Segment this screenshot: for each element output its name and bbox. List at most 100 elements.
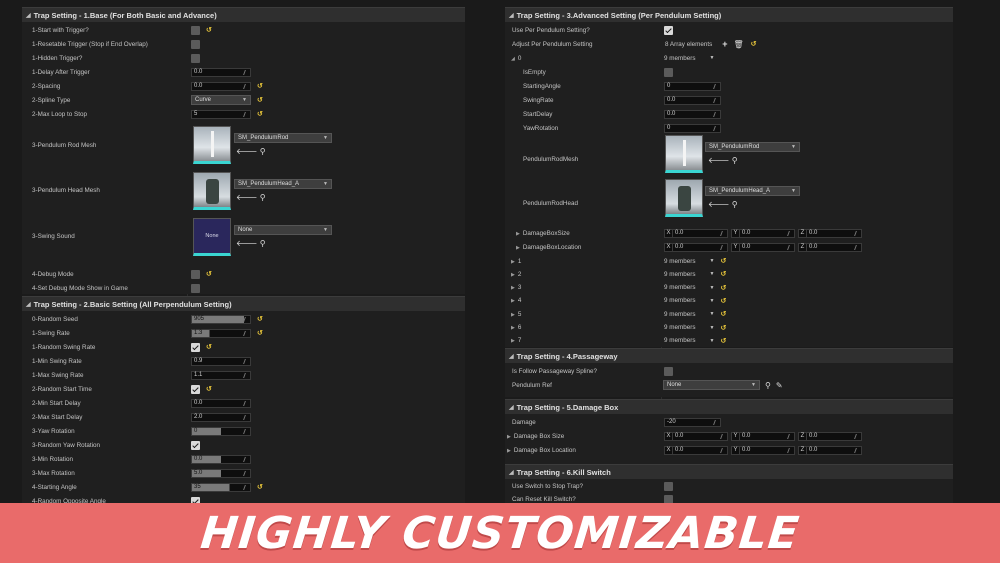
- head-mesh-asset-picker[interactable]: SM_PendulumHead_A ▼: [234, 179, 332, 189]
- y-input[interactable]: 0.0: [739, 431, 795, 441]
- expand-arrow-icon[interactable]: ▶: [511, 259, 515, 265]
- reset-icon[interactable]: ↺: [257, 483, 263, 491]
- eyedropper-icon[interactable]: ✎: [776, 381, 783, 390]
- reset-icon[interactable]: ↺: [257, 110, 263, 118]
- setting-checkbox[interactable]: [191, 440, 200, 450]
- collapse-arrow-icon[interactable]: ◢: [26, 301, 31, 308]
- chevron-down-icon[interactable]: ▼: [710, 325, 715, 331]
- debug-mode-checkbox[interactable]: [191, 269, 200, 279]
- reset-icon[interactable]: ↺: [720, 270, 726, 278]
- setting-number-input[interactable]: 0.0: [191, 398, 251, 408]
- is-empty-checkbox[interactable]: [664, 67, 673, 77]
- reset-icon[interactable]: ↺: [257, 96, 263, 104]
- reset-icon[interactable]: ↺: [720, 297, 726, 305]
- rod-mesh-thumbnail[interactable]: [193, 126, 231, 164]
- array-element-row[interactable]: ▶ 3 9 members ▼ ↺: [505, 281, 953, 295]
- section-header-passageway[interactable]: ◢ Trap Setting - 4.Passageway: [505, 348, 953, 363]
- expand-arrow-icon[interactable]: ▶: [511, 325, 515, 331]
- browse-search-icon[interactable]: ⚲: [260, 193, 266, 202]
- x-input[interactable]: 0.0: [672, 431, 728, 441]
- z-input[interactable]: 0.0: [806, 228, 862, 238]
- use-selected-arrow-icon[interactable]: 🡐: [236, 147, 257, 156]
- setting-slider[interactable]: 0: [191, 426, 251, 436]
- head-mesh-thumbnail[interactable]: [193, 172, 231, 210]
- reset-icon[interactable]: ↺: [751, 40, 757, 48]
- use-selected-arrow-icon[interactable]: 🡐: [708, 200, 729, 209]
- y-input[interactable]: 0.0: [739, 445, 795, 455]
- browse-search-icon[interactable]: ⚲: [732, 200, 738, 209]
- delay-after-trigger-input[interactable]: 0.0: [191, 67, 251, 77]
- collapse-arrow-icon[interactable]: ◢: [509, 469, 514, 476]
- section-header-base[interactable]: ◢ Trap Setting - 1.Base (For Both Basic …: [22, 7, 465, 22]
- reset-icon[interactable]: ↺: [720, 324, 726, 332]
- expand-arrow-icon[interactable]: ▶: [511, 272, 515, 278]
- can-reset-checkbox[interactable]: [664, 494, 673, 503]
- chevron-down-icon[interactable]: ▼: [710, 311, 715, 317]
- section-header-basic[interactable]: ◢ Trap Setting - 2.Basic Setting (All Pe…: [22, 296, 465, 311]
- array-element-row[interactable]: ▶ 1 9 members ▼ ↺: [505, 254, 953, 268]
- setting-slider[interactable]: 0.0: [191, 454, 251, 464]
- chevron-down-icon[interactable]: ▼: [710, 298, 715, 304]
- setting-slider[interactable]: 5.0: [191, 468, 251, 478]
- expand-arrow-icon[interactable]: ▶: [511, 298, 515, 304]
- browse-search-icon[interactable]: ⚲: [260, 147, 266, 156]
- z-input[interactable]: 0.0: [806, 431, 862, 441]
- reset-icon[interactable]: ↺: [720, 284, 726, 292]
- use-selected-arrow-icon[interactable]: 🡐: [236, 239, 257, 248]
- trash-icon[interactable]: 🗑: [734, 40, 744, 49]
- collapse-arrow-icon[interactable]: ◢: [509, 12, 514, 19]
- setting-number-input[interactable]: 1.1: [191, 370, 251, 380]
- reset-icon[interactable]: ↺: [720, 257, 726, 265]
- add-element-icon[interactable]: +: [722, 39, 727, 49]
- rod-head-thumbnail[interactable]: [665, 179, 703, 217]
- expand-arrow-icon[interactable]: ▶: [516, 245, 520, 251]
- section-header-damage[interactable]: ◢ Trap Setting - 5.Damage Box: [505, 399, 953, 414]
- expand-arrow-icon[interactable]: ▶: [511, 338, 515, 344]
- array-element-row[interactable]: ▶ 6 9 members ▼ ↺: [505, 321, 953, 335]
- hidden-trigger-checkbox[interactable]: [191, 53, 200, 63]
- array-element-row[interactable]: ▶ 4 9 members ▼ ↺: [505, 294, 953, 308]
- setting-number-input[interactable]: 2.0: [191, 412, 251, 422]
- expand-arrow-icon[interactable]: ▶: [507, 448, 511, 454]
- expand-arrow-icon[interactable]: ▶: [516, 231, 520, 237]
- reset-icon[interactable]: ↺: [257, 329, 263, 337]
- browse-search-icon[interactable]: ⚲: [732, 156, 738, 165]
- setting-slider[interactable]: 35: [191, 482, 251, 492]
- yaw-rotation-input[interactable]: 0: [664, 123, 721, 133]
- max-loop-input[interactable]: 5: [191, 109, 251, 119]
- collapse-arrow-icon[interactable]: ◢: [509, 404, 514, 411]
- chevron-down-icon[interactable]: ▼: [710, 271, 715, 277]
- swing-sound-asset-picker[interactable]: None ▼: [234, 225, 332, 235]
- x-input[interactable]: 0.0: [672, 228, 728, 238]
- swing-sound-thumbnail[interactable]: None: [193, 218, 231, 256]
- x-input[interactable]: 0.0: [672, 445, 728, 455]
- rod-mesh-asset-picker[interactable]: SM_PendulumRod ▼: [705, 142, 800, 152]
- setting-slider[interactable]: 905: [191, 314, 251, 324]
- swing-rate-input[interactable]: 0.0: [664, 95, 721, 105]
- chevron-down-icon[interactable]: ▼: [710, 258, 715, 264]
- reset-icon[interactable]: ↺: [257, 82, 263, 90]
- setting-checkbox[interactable]: [191, 342, 200, 352]
- rod-mesh-asset-picker[interactable]: SM_PendulumRod ▼: [234, 133, 332, 143]
- reset-icon[interactable]: ↺: [206, 270, 212, 278]
- use-selected-arrow-icon[interactable]: 🡐: [708, 156, 729, 165]
- reset-icon[interactable]: ↺: [206, 343, 212, 351]
- reset-icon[interactable]: ↺: [720, 310, 726, 318]
- pendulum-ref-dropdown[interactable]: None ▼: [663, 380, 760, 390]
- follow-passageway-checkbox[interactable]: [664, 366, 673, 376]
- reset-icon[interactable]: ↺: [720, 337, 726, 345]
- starting-angle-input[interactable]: 0: [664, 81, 721, 91]
- chevron-down-icon[interactable]: ▼: [710, 285, 715, 291]
- expand-arrow-icon[interactable]: ▶: [511, 285, 515, 291]
- reset-icon[interactable]: ↺: [257, 315, 263, 323]
- rod-mesh-thumbnail[interactable]: [665, 135, 703, 173]
- collapse-arrow-icon[interactable]: ◢: [26, 12, 31, 19]
- browse-search-icon[interactable]: ⚲: [765, 381, 771, 390]
- browse-search-icon[interactable]: ⚲: [260, 239, 266, 248]
- z-input[interactable]: 0.0: [806, 242, 862, 252]
- debug-show-checkbox[interactable]: [191, 283, 200, 293]
- array-element-row[interactable]: ▶ 5 9 members ▼ ↺: [505, 307, 953, 321]
- spline-type-dropdown[interactable]: Curve ▼: [191, 95, 251, 105]
- array-element-row[interactable]: ▶ 2 9 members ▼ ↺: [505, 267, 953, 281]
- start-delay-input[interactable]: 0.0: [664, 109, 721, 119]
